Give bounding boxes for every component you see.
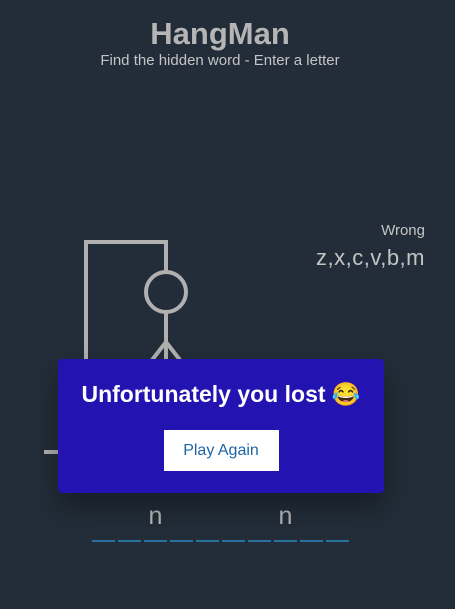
letter-underline: [118, 540, 141, 542]
letter-underline: [248, 540, 271, 542]
hangman-head: [144, 270, 188, 314]
letter-underline: [144, 540, 167, 542]
wrong-letters-panel: Wrong z,x,c,v,b,m: [316, 222, 425, 271]
letter-slot: [118, 500, 141, 544]
wrong-letters: z,x,c,v,b,m: [316, 245, 425, 270]
letter-underline: [92, 540, 115, 542]
letter-slot: n: [144, 500, 167, 544]
letter-underline: [274, 540, 297, 542]
letter-underline: [196, 540, 219, 542]
play-again-button[interactable]: Play Again: [163, 430, 279, 471]
game-over-popup: Unfortunately you lost 😂 Play Again: [58, 359, 384, 493]
letter-slot: n: [274, 500, 297, 544]
hangman-left-arm: [150, 340, 168, 362]
letter-char: n: [148, 502, 163, 530]
letter-underline: [326, 540, 349, 542]
letter-char: n: [278, 502, 293, 530]
letter-slot: [196, 500, 219, 544]
letter-slot: [248, 500, 271, 544]
letter-slot: [92, 500, 115, 544]
game-over-message: Unfortunately you lost 😂: [81, 381, 361, 407]
letter-slot: [300, 500, 323, 544]
letter-slot: [326, 500, 349, 544]
letter-underline: [170, 540, 193, 542]
wrong-label: Wrong: [381, 222, 425, 239]
letter-slot: [222, 500, 245, 544]
hidden-word: n n: [92, 500, 352, 546]
letter-underline: [300, 540, 323, 542]
letter-underline: [222, 540, 245, 542]
letter-slot: [170, 500, 193, 544]
hangman-right-arm: [164, 340, 182, 362]
